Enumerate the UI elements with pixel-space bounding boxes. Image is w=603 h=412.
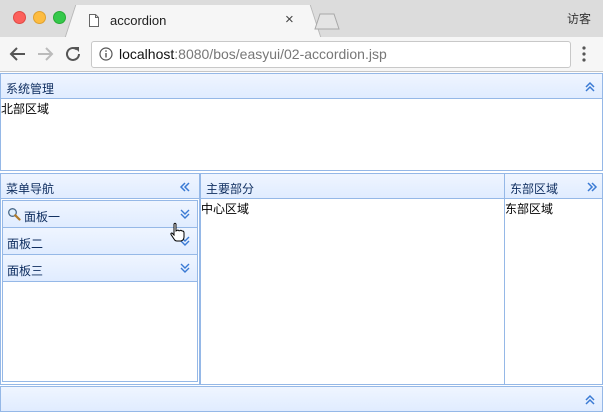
north-panel-body: 北部区域 [0, 99, 603, 171]
north-panel-content: 北部区域 [1, 102, 50, 116]
profile-label[interactable]: 访客 [567, 10, 591, 27]
collapse-up-icon[interactable] [583, 393, 597, 407]
expand-down-icon[interactable] [179, 208, 191, 220]
east-panel-body: 东部区域 [504, 199, 603, 385]
north-panel-title: 系统管理 [6, 82, 55, 96]
center-panel-content: 中心区域 [201, 202, 250, 216]
collapse-right-icon[interactable] [585, 180, 599, 194]
collapse-up-icon[interactable] [583, 80, 597, 94]
address-bar[interactable]: localhost:8080/bos/easyui/02-accordion.j… [91, 41, 571, 68]
center-panel-body: 中心区域 [200, 199, 505, 385]
accordion-panel-2-title: 面板二 [7, 237, 44, 251]
expand-down-icon[interactable] [179, 262, 191, 274]
info-icon[interactable] [99, 47, 113, 61]
east-panel-content: 东部区域 [505, 202, 554, 216]
accordion-panel-3-title: 面板三 [7, 264, 44, 278]
browser-toolbar: localhost:8080/bos/easyui/02-accordion.j… [0, 37, 603, 72]
window-maximize-button[interactable] [53, 11, 66, 24]
browser-tabstrip: accordion × 访客 [0, 0, 603, 37]
window-minimize-button[interactable] [33, 11, 46, 24]
east-panel-header: 东部区域 [504, 173, 603, 199]
forward-arrow-icon[interactable] [34, 43, 56, 65]
url-text: localhost:8080/bos/easyui/02-accordion.j… [119, 46, 387, 62]
tab-title: accordion [110, 13, 167, 28]
page-icon [89, 14, 99, 27]
north-panel-header: 系统管理 [0, 73, 603, 99]
search-icon [8, 208, 21, 221]
collapse-left-icon[interactable] [178, 180, 192, 194]
west-panel-header: 菜单导航 [0, 173, 200, 199]
accordion-panel-3[interactable]: 面板三 [3, 255, 197, 282]
center-panel-title: 主要部分 [206, 182, 255, 196]
accordion-panel-1[interactable]: 面板一 [3, 201, 197, 228]
new-tab-button[interactable] [314, 13, 340, 30]
tab-close-button[interactable]: × [285, 11, 294, 29]
east-panel-title: 东部区域 [510, 182, 559, 196]
window-close-button[interactable] [13, 11, 26, 24]
south-panel-header [0, 386, 603, 412]
accordion-panel-2[interactable]: 面板二 [3, 228, 197, 255]
hand-cursor-icon [170, 222, 185, 242]
accordion-panel-1-title: 面板一 [24, 210, 61, 224]
west-panel-title: 菜单导航 [6, 182, 55, 196]
browser-menu-icon[interactable] [580, 45, 588, 63]
back-arrow-icon[interactable] [7, 43, 29, 65]
browser-tab-accordion[interactable]: accordion × [78, 5, 308, 37]
reload-icon[interactable] [62, 43, 84, 65]
center-panel-header: 主要部分 [200, 173, 505, 199]
